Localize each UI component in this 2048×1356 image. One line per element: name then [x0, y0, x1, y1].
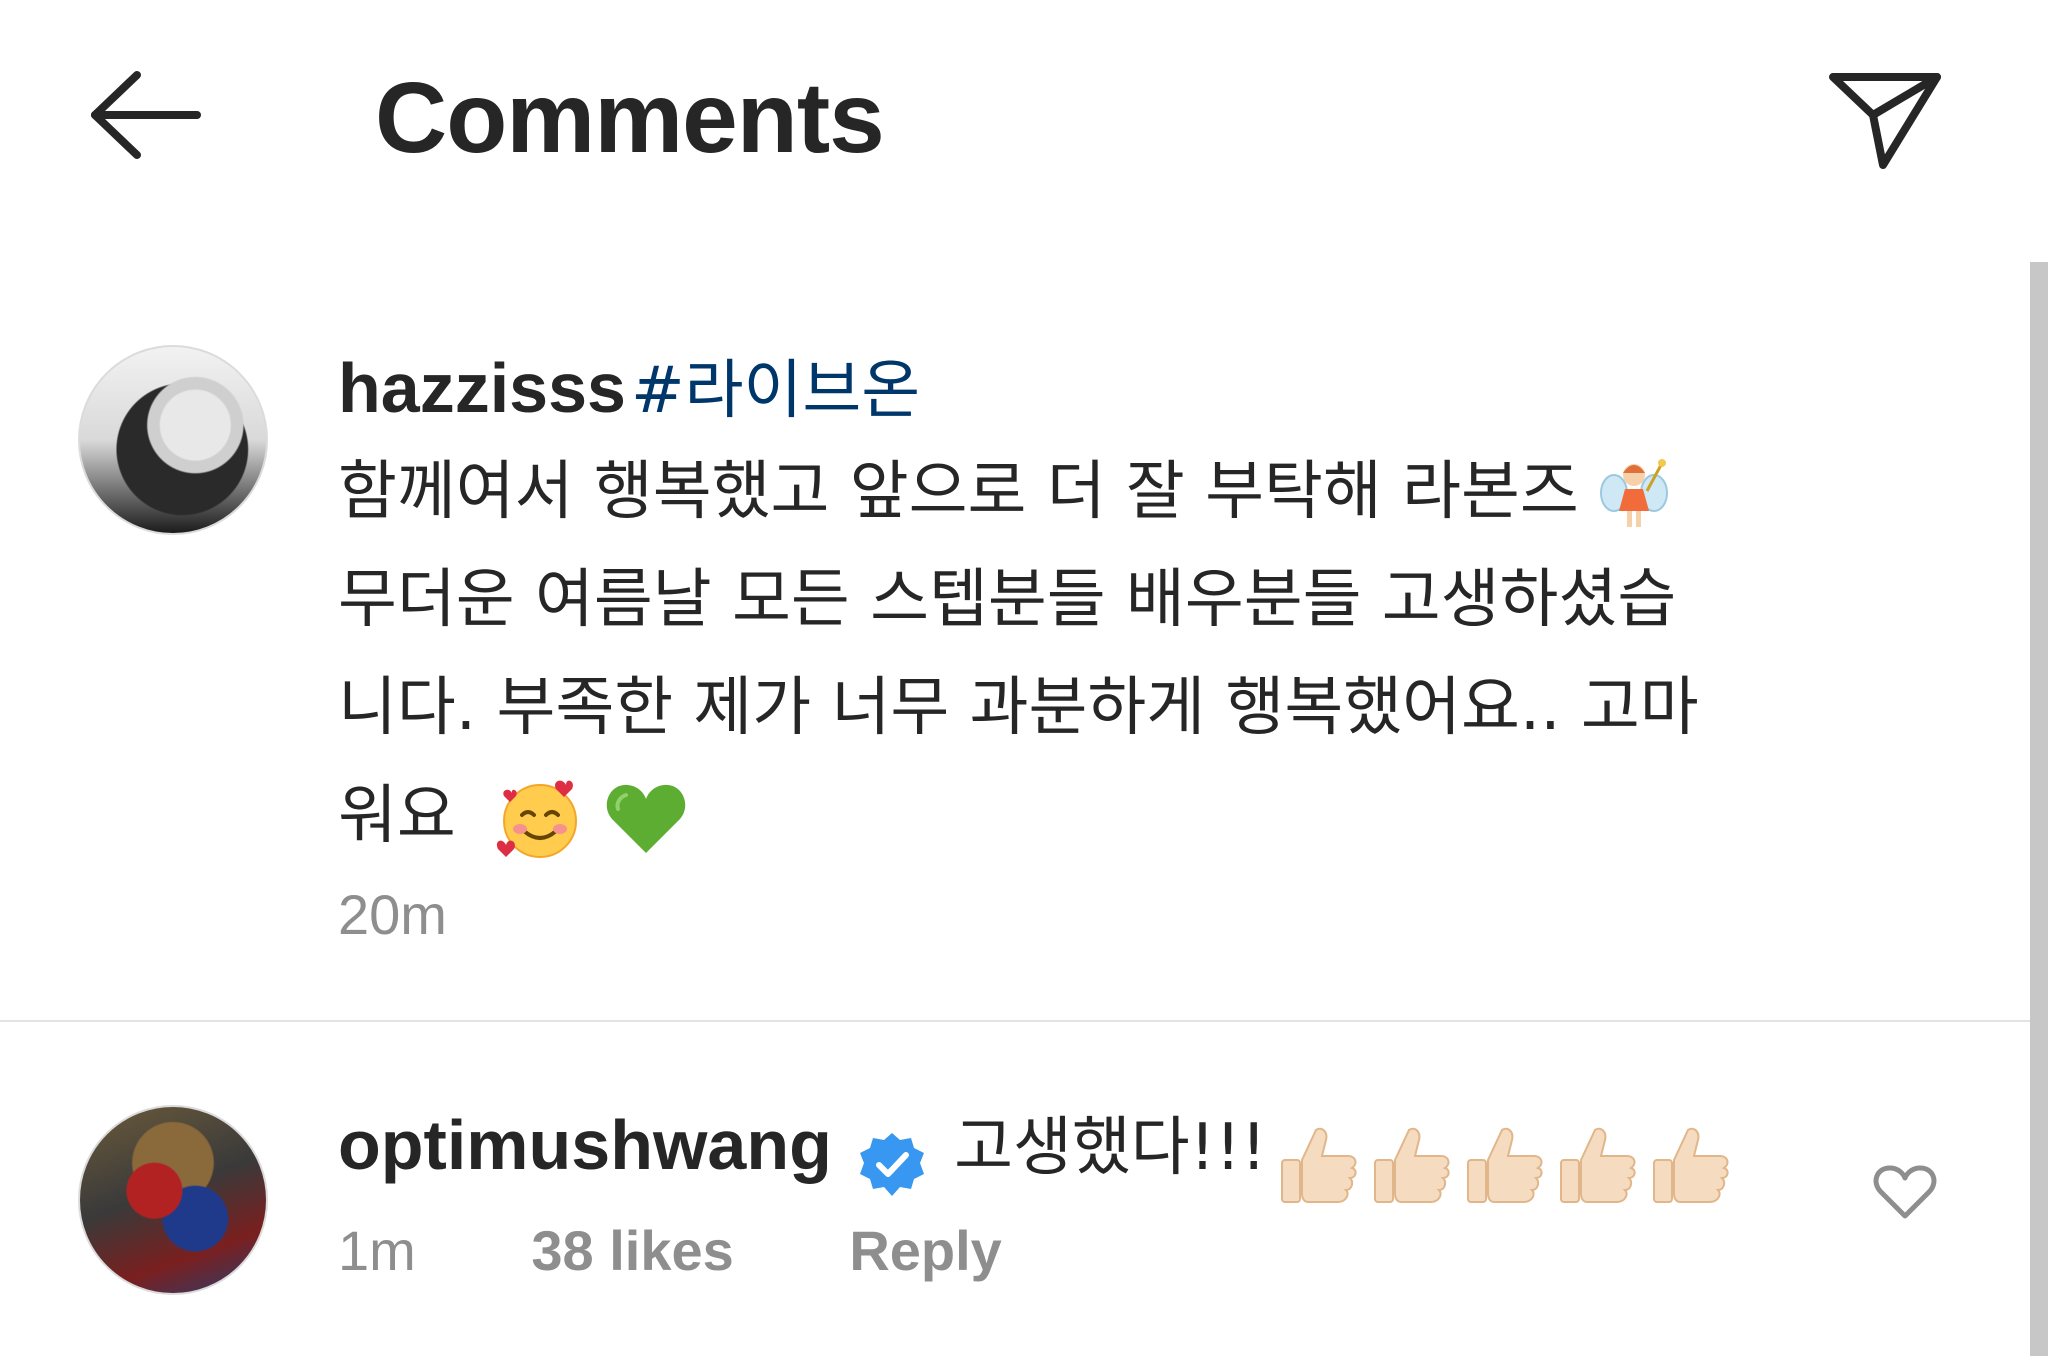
share-button[interactable] — [1815, 55, 1955, 180]
hashtag-link[interactable]: #라이브온 — [631, 354, 920, 428]
heart-icon — [1873, 1165, 1937, 1219]
thumbs-up-emoji — [1653, 1127, 1729, 1203]
avatar[interactable] — [78, 345, 268, 535]
thumbs-up-emoji — [1559, 1127, 1636, 1203]
fairy-emoji — [1600, 459, 1669, 528]
comment-text: 함께여서 행복했고 앞으로 더 잘 부탁해 라본즈 무더운 여름날 모든 스텝분… — [338, 438, 1898, 870]
comment-meta: 1m 38 likes Reply — [338, 1218, 1002, 1283]
comments-header: Comments — [0, 0, 2048, 230]
comment-line: 워요 — [338, 779, 456, 853]
likes-count[interactable]: 38 likes — [531, 1219, 733, 1282]
smiling-face-with-hearts-emoji — [497, 781, 578, 859]
divider — [0, 1020, 2030, 1022]
like-button[interactable] — [1870, 1158, 1940, 1228]
green-heart-emoji — [607, 785, 686, 854]
thumbs-up-emoji-group — [1272, 1127, 1732, 1203]
back-arrow-icon — [91, 71, 201, 159]
comment-time: 1m — [338, 1219, 416, 1282]
thumbs-up-emoji — [1280, 1127, 1357, 1203]
comment-line: 무더운 여름날 모든 스텝분들 배우분들 고생하셨습 — [338, 563, 1677, 637]
caption-comment: hazzisss #라이브온 함께여서 행복했고 앞으로 더 잘 부탁해 라본즈… — [338, 338, 1898, 870]
paper-plane-icon — [1829, 72, 1941, 169]
page-title: Comments — [375, 62, 885, 174]
avatar[interactable] — [78, 1105, 268, 1295]
comment-line: 함께여서 행복했고 앞으로 더 잘 부탁해 라본즈 — [338, 455, 1579, 529]
verified-badge-icon — [859, 1132, 924, 1196]
thumbs-up-emoji — [1466, 1127, 1543, 1203]
comment-text: 고생했다!!! — [954, 1111, 1267, 1185]
comment-line: 니다. 부족한 제가 너무 과분하게 행복했어요.. 고마 — [338, 671, 1699, 745]
comment-timestamp: 20m — [338, 883, 447, 946]
comment-row: optimushwang 고생했다!!! — [338, 1090, 1732, 1203]
scrollbar[interactable] — [2030, 262, 2048, 1356]
back-button[interactable] — [75, 60, 215, 170]
comment-username[interactable]: optimushwang — [338, 1106, 832, 1184]
reply-button[interactable]: Reply — [849, 1219, 1002, 1282]
comment-username[interactable]: hazzisss — [338, 349, 626, 427]
thumbs-up-emoji — [1373, 1127, 1450, 1203]
